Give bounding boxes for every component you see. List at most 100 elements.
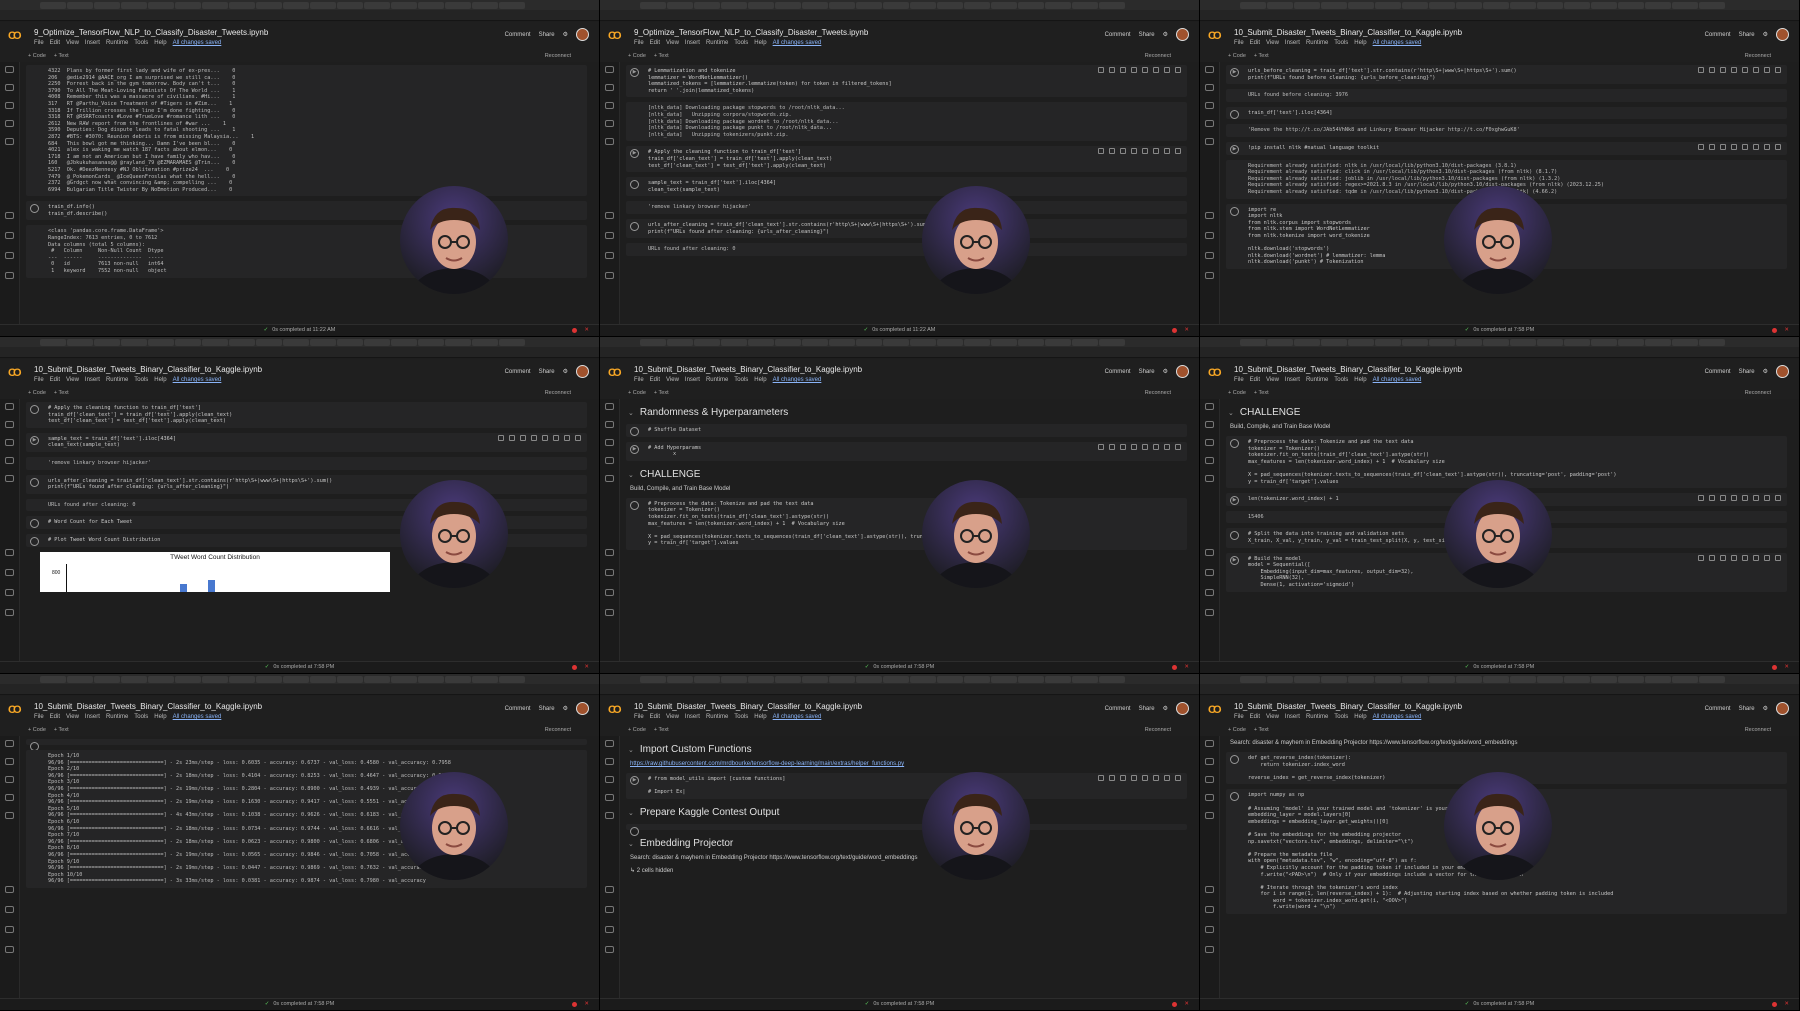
move-up-icon[interactable] [1098, 443, 1104, 450]
address-bar[interactable] [600, 347, 1199, 358]
move-down-icon[interactable] [1109, 67, 1115, 73]
link-icon[interactable] [1120, 148, 1126, 155]
sidebar-icon[interactable] [1205, 886, 1214, 893]
close-icon[interactable]: ✕ [1184, 325, 1189, 336]
browser-tab[interactable] [1537, 676, 1563, 683]
menu-item[interactable]: Help [1354, 40, 1366, 46]
browser-tab[interactable] [175, 676, 201, 683]
sidebar-icon[interactable] [1205, 138, 1214, 145]
cell-bracket-icon[interactable] [30, 405, 39, 414]
delete-icon[interactable] [1764, 67, 1770, 73]
browser-tab[interactable] [1018, 339, 1044, 346]
browser-tab[interactable] [121, 676, 147, 683]
share-button[interactable]: Share [1739, 32, 1755, 38]
browser-tab[interactable] [1645, 676, 1671, 683]
move-up-icon[interactable] [1098, 148, 1104, 155]
menu-item[interactable]: View [1266, 40, 1279, 46]
browser-tab[interactable] [910, 2, 936, 9]
browser-tab[interactable] [1045, 339, 1071, 346]
add-code-button[interactable]: + Code [28, 53, 46, 59]
browser-tab[interactable] [148, 339, 174, 346]
sidebar-icon[interactable] [605, 457, 614, 464]
sidebar-icon[interactable] [5, 906, 14, 913]
collapse-chevron-icon[interactable]: ⌄ [1228, 410, 1234, 417]
reconnect-button[interactable]: Reconnect [545, 53, 571, 59]
cell-bracket-icon[interactable] [1230, 109, 1239, 119]
menu-item[interactable]: Tools [134, 40, 148, 46]
sidebar-icon[interactable] [1205, 475, 1214, 482]
section-heading[interactable]: ⌄ CHALLENGE [1226, 407, 1787, 418]
menu-item[interactable]: File [34, 40, 44, 46]
browser-tab[interactable] [1018, 2, 1044, 9]
code-cell[interactable]: urls_after_cleaning = train_df['clean_te… [626, 218, 1187, 239]
cell-bracket-icon[interactable] [1230, 531, 1239, 541]
sidebar-icon[interactable] [605, 232, 614, 239]
sidebar-icon[interactable] [5, 569, 14, 576]
notebook-title[interactable]: 9_Optimize_TensorFlow_NLP_to_Classify_Di… [634, 28, 868, 37]
sidebar-icon[interactable] [5, 457, 14, 464]
address-bar[interactable] [600, 10, 1199, 21]
browser-tab-strip[interactable] [1200, 674, 1799, 684]
menu-item[interactable]: Tools [134, 377, 148, 383]
browser-tab[interactable] [1537, 2, 1563, 9]
link-icon[interactable] [1720, 554, 1726, 561]
move-up-icon[interactable] [1098, 775, 1104, 781]
sidebar-icon[interactable] [605, 740, 614, 747]
run-cell-icon[interactable]: ▶ [630, 149, 639, 159]
menu-item[interactable]: View [666, 40, 679, 46]
browser-tab[interactable] [775, 676, 801, 683]
avatar[interactable] [576, 28, 589, 41]
reconnect-button[interactable]: Reconnect [1745, 53, 1771, 59]
sidebar-icon[interactable] [5, 776, 14, 783]
sidebar-icon[interactable] [605, 906, 614, 913]
cell-bracket-icon[interactable] [630, 826, 639, 836]
copy-icon[interactable] [1153, 67, 1159, 73]
browser-tab[interactable] [694, 676, 720, 683]
share-button[interactable]: Share [1739, 706, 1755, 712]
sidebar-icon[interactable] [1205, 421, 1214, 428]
colab-logo-icon[interactable]: CO [8, 368, 25, 379]
avatar[interactable] [1176, 702, 1189, 715]
browser-tab[interactable] [748, 2, 774, 9]
settings-icon[interactable] [1142, 67, 1148, 73]
browser-tab[interactable] [775, 2, 801, 9]
code-cell[interactable]: train_df['text'].iloc[4364] [1226, 106, 1787, 120]
settings-icon[interactable] [542, 434, 548, 441]
add-code-button[interactable]: + Code [628, 727, 646, 733]
browser-tab[interactable] [499, 339, 525, 346]
browser-tab[interactable] [418, 2, 444, 9]
address-bar[interactable] [0, 10, 599, 21]
browser-tab[interactable] [1240, 2, 1266, 9]
browser-tab[interactable] [229, 2, 255, 9]
code-cell[interactable]: urls_after_cleaning = train_df['clean_te… [26, 474, 587, 494]
code-cell[interactable]: ▶ # Add Hyperparams x [626, 441, 1187, 461]
browser-tab[interactable] [1699, 2, 1725, 9]
menu-item[interactable]: File [634, 377, 644, 383]
colab-logo-icon[interactable]: CO [608, 368, 625, 379]
run-cell-icon[interactable]: ▶ [1230, 68, 1239, 77]
sidebar-icon[interactable] [605, 569, 614, 576]
browser-tab[interactable] [937, 2, 963, 9]
browser-tab[interactable] [964, 2, 990, 9]
browser-tab[interactable] [1591, 339, 1617, 346]
browser-tab[interactable] [829, 676, 855, 683]
menu-item[interactable]: Help [754, 714, 766, 720]
browser-tab[interactable] [667, 676, 693, 683]
delete-icon[interactable] [1764, 554, 1770, 561]
sidebar-icon[interactable] [1205, 812, 1214, 819]
browser-tab[interactable] [337, 2, 363, 9]
browser-tab[interactable] [121, 2, 147, 9]
copy-icon[interactable] [1753, 67, 1759, 73]
gear-icon[interactable]: ⚙ [1763, 705, 1768, 712]
run-cell-icon[interactable]: ▶ [630, 68, 639, 77]
browser-tab-strip[interactable] [600, 0, 1199, 10]
browser-tab-strip[interactable] [0, 0, 599, 10]
colab-logo-icon[interactable]: CO [1208, 368, 1225, 379]
comment-icon[interactable] [1131, 67, 1137, 73]
browser-tab[interactable] [364, 339, 390, 346]
sidebar-icon[interactable] [1205, 272, 1214, 279]
menu-item[interactable]: Help [154, 40, 166, 46]
sidebar-icon[interactable] [605, 272, 614, 279]
menu-item[interactable]: Edit [650, 377, 660, 383]
cell-bracket-icon[interactable] [30, 477, 39, 487]
